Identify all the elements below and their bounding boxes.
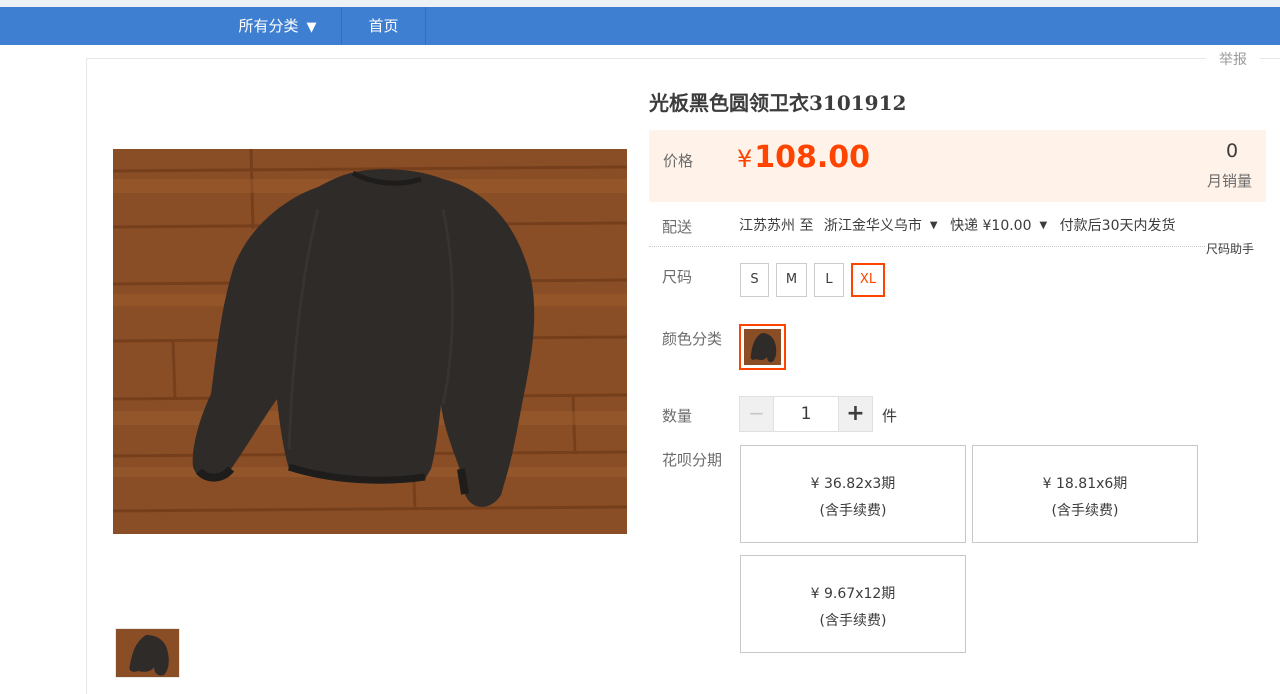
size-option-xl[interactable]: XL <box>851 263 885 297</box>
express-value: 快递 ¥10.00 <box>950 218 1032 234</box>
price-value: 108.00 <box>754 140 871 175</box>
installment-option-3[interactable]: ¥ 36.82x3期 (含手续费) <box>740 445 966 543</box>
monthly-sales-count: 0 <box>1225 140 1239 162</box>
caret-down-icon: ▼ <box>929 220 938 231</box>
caret-down-icon: ▼ <box>1039 220 1048 231</box>
report-link[interactable]: 举报 <box>1206 50 1260 70</box>
installment-amount: ¥ 36.82x3期 <box>810 476 896 492</box>
installment-amount: ¥ 9.67x12期 <box>810 586 896 602</box>
installment-option-12[interactable]: ¥ 9.67x12期 (含手续费) <box>740 555 966 653</box>
nav-all-categories-label: 所有分类 <box>238 17 299 35</box>
product-title: 光板黑色圆领卫衣3101912 <box>649 91 907 115</box>
top-nav-bar: 所有分类 ▼ 首页 <box>0 7 1280 45</box>
browser-top-strip <box>0 0 1280 7</box>
installment-fee-note: (含手续费) <box>819 503 887 519</box>
quantity-label: 数量 <box>662 407 693 425</box>
price-label: 价格 <box>663 152 694 170</box>
caret-down-icon: ▼ <box>306 20 317 35</box>
size-helper-link[interactable]: 尺码助手 <box>1206 240 1254 257</box>
product-main-image <box>113 149 627 534</box>
nav-all-categories[interactable]: 所有分类 ▼ <box>214 7 342 45</box>
delivery-info: 江苏苏州 至 浙江金华义乌市 ▼ 快递 ¥10.00 ▼ 付款后30天内发货 <box>739 215 1175 235</box>
product-thumbnail[interactable] <box>115 628 180 678</box>
delivery-label: 配送 <box>662 218 693 236</box>
price-box: 价格 ¥108.00 0 月销量 <box>649 130 1266 202</box>
quantity-unit: 件 <box>882 407 898 425</box>
size-label: 尺码 <box>662 268 693 286</box>
installment-amount: ¥ 18.81x6期 <box>1042 476 1128 492</box>
ship-time: 付款后30天内发货 <box>1059 218 1176 234</box>
quantity-decrease-button[interactable]: − <box>739 396 774 432</box>
size-option-s[interactable]: S <box>740 263 769 297</box>
ship-from: 江苏苏州 至 <box>739 218 814 234</box>
divider <box>649 246 1205 247</box>
quantity-increase-button[interactable]: + <box>838 396 873 432</box>
installment-label: 花呗分期 <box>662 451 723 469</box>
ship-to-value: 浙江金华义乌市 <box>823 218 922 234</box>
express-select[interactable]: 快递 ¥10.00 ▼ <box>950 215 1055 235</box>
size-option-m[interactable]: M <box>776 263 807 297</box>
installment-fee-note: (含手续费) <box>819 613 887 629</box>
installment-option-6[interactable]: ¥ 18.81x6期 (含手续费) <box>972 445 1198 543</box>
currency-symbol: ¥ <box>737 145 753 173</box>
ship-to-select[interactable]: 浙江金华义乌市 ▼ <box>824 215 946 235</box>
size-option-l[interactable]: L <box>814 263 844 297</box>
quantity-input[interactable]: 1 <box>774 396 838 432</box>
color-swatch-selected[interactable] <box>739 324 786 370</box>
color-label: 颜色分类 <box>662 330 723 348</box>
nav-home[interactable]: 首页 <box>342 7 426 45</box>
price-value-wrap: ¥108.00 <box>737 140 870 175</box>
installment-fee-note: (含手续费) <box>1051 503 1119 519</box>
monthly-sales-label: 月销量 <box>1206 172 1252 190</box>
